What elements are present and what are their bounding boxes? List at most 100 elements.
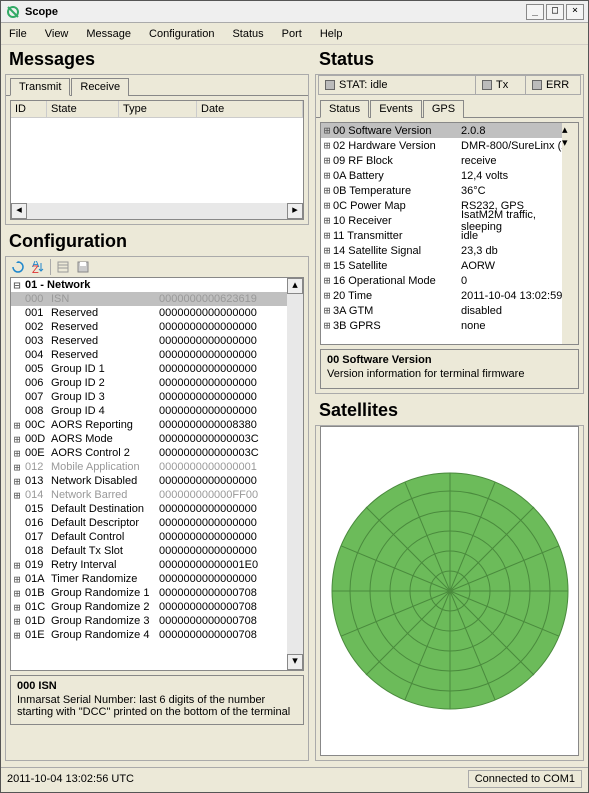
config-row[interactable]: 003Reserved0000000000000000 bbox=[11, 334, 303, 348]
col-type[interactable]: Type bbox=[119, 101, 197, 117]
expand-icon[interactable]: ⊞ bbox=[11, 587, 23, 600]
expand-icon[interactable]: ⊞ bbox=[11, 629, 23, 642]
config-vscroll[interactable]: ▴ ▾ bbox=[287, 278, 303, 670]
config-row[interactable]: 006Group ID 20000000000000000 bbox=[11, 376, 303, 390]
expand-icon[interactable]: ⊞ bbox=[321, 319, 333, 332]
config-group-header[interactable]: ⊟01 - Network bbox=[11, 278, 303, 292]
expand-icon[interactable]: ⊞ bbox=[11, 433, 23, 446]
config-row[interactable]: ⊞01ATimer Randomize0000000000000000 bbox=[11, 572, 303, 586]
scroll-up-icon[interactable]: ▴ bbox=[287, 278, 303, 294]
tab-receive[interactable]: Receive bbox=[71, 78, 129, 96]
config-row[interactable]: 017Default Control0000000000000000 bbox=[11, 530, 303, 544]
menu-port[interactable]: Port bbox=[282, 28, 302, 40]
expand-icon[interactable]: ⊞ bbox=[321, 244, 333, 257]
expand-icon[interactable]: ⊞ bbox=[321, 289, 333, 302]
status-vscroll[interactable]: ▴ ▾ bbox=[562, 123, 578, 344]
config-row[interactable]: ⊞01CGroup Randomize 20000000000000708 bbox=[11, 600, 303, 614]
expand-icon[interactable]: ⊞ bbox=[321, 304, 333, 317]
toolbar-refresh-icon[interactable] bbox=[10, 259, 26, 275]
expand-icon[interactable]: ⊞ bbox=[321, 139, 333, 152]
menu-file[interactable]: File bbox=[9, 28, 27, 40]
expand-icon[interactable]: ⊞ bbox=[321, 154, 333, 167]
config-row[interactable]: ⊞012Mobile Application0000000000000001 bbox=[11, 460, 303, 474]
config-row[interactable]: 015Default Destination0000000000000000 bbox=[11, 502, 303, 516]
config-row[interactable]: 004Reserved0000000000000000 bbox=[11, 348, 303, 362]
scroll-track[interactable] bbox=[27, 203, 287, 219]
messages-hscroll[interactable]: ◂ ▸ bbox=[11, 203, 303, 219]
config-row[interactable]: ⊞014Network Barred000000000000FF00 bbox=[11, 488, 303, 502]
config-row[interactable]: 018Default Tx Slot0000000000000000 bbox=[11, 544, 303, 558]
config-row[interactable]: 002Reserved0000000000000000 bbox=[11, 320, 303, 334]
scroll-right-icon[interactable]: ▸ bbox=[287, 203, 303, 219]
minimize-button[interactable]: _ bbox=[526, 4, 544, 20]
status-row[interactable]: ⊞16 Operational Mode0 bbox=[321, 273, 578, 288]
config-row[interactable]: ⊞00DAORS Mode000000000000003C bbox=[11, 432, 303, 446]
expand-icon[interactable]: ⊞ bbox=[321, 199, 333, 212]
status-row[interactable]: ⊞00 Software Version2.0.8 bbox=[321, 123, 578, 138]
tab-events[interactable]: Events bbox=[370, 100, 422, 118]
toolbar-save-icon[interactable] bbox=[75, 259, 91, 275]
col-id[interactable]: ID bbox=[11, 101, 47, 117]
expand-icon[interactable]: ⊞ bbox=[11, 573, 23, 586]
menu-status[interactable]: Status bbox=[232, 28, 263, 40]
config-row[interactable]: 005Group ID 10000000000000000 bbox=[11, 362, 303, 376]
col-state[interactable]: State bbox=[47, 101, 119, 117]
config-row[interactable]: 008Group ID 40000000000000000 bbox=[11, 404, 303, 418]
scroll-track[interactable] bbox=[287, 294, 303, 654]
status-row[interactable]: ⊞02 Hardware VersionDMR-800/SureLinx (22… bbox=[321, 138, 578, 153]
menu-view[interactable]: View bbox=[45, 28, 69, 40]
expand-icon[interactable]: ⊞ bbox=[321, 259, 333, 272]
menu-configuration[interactable]: Configuration bbox=[149, 28, 214, 40]
status-row[interactable]: ⊞0A Battery12,4 volts bbox=[321, 168, 578, 183]
col-date[interactable]: Date bbox=[197, 101, 303, 117]
maximize-button[interactable]: □ bbox=[546, 4, 564, 20]
status-row[interactable]: ⊞10 ReceiverIsatM2M traffic, sleeping bbox=[321, 213, 578, 228]
status-row[interactable]: ⊞20 Time2011-10-04 13:02:59 bbox=[321, 288, 578, 303]
scroll-down-icon[interactable]: ▾ bbox=[562, 136, 578, 149]
expand-icon[interactable]: ⊞ bbox=[11, 559, 23, 572]
toolbar-sort-icon[interactable]: AZ bbox=[30, 259, 46, 275]
config-row[interactable]: 016Default Descriptor0000000000000000 bbox=[11, 516, 303, 530]
config-row[interactable]: ⊞00EAORS Control 2000000000000003C bbox=[11, 446, 303, 460]
scroll-down-icon[interactable]: ▾ bbox=[287, 654, 303, 670]
config-row[interactable]: ⊞01BGroup Randomize 10000000000000708 bbox=[11, 586, 303, 600]
tab-gps[interactable]: GPS bbox=[423, 100, 464, 118]
config-row[interactable]: 007Group ID 30000000000000000 bbox=[11, 390, 303, 404]
window-title: Scope bbox=[25, 6, 524, 18]
expand-icon[interactable]: ⊞ bbox=[321, 274, 333, 287]
scroll-up-icon[interactable]: ▴ bbox=[562, 123, 578, 136]
expand-icon[interactable]: ⊞ bbox=[11, 489, 23, 502]
expand-icon[interactable]: ⊞ bbox=[321, 124, 333, 137]
toolbar-list-icon[interactable] bbox=[55, 259, 71, 275]
config-row[interactable]: 001Reserved0000000000000000 bbox=[11, 306, 303, 320]
menu-help[interactable]: Help bbox=[320, 28, 343, 40]
close-button[interactable]: × bbox=[566, 4, 584, 20]
status-row[interactable]: ⊞14 Satellite Signal23,3 db bbox=[321, 243, 578, 258]
config-row[interactable]: ⊞013Network Disabled0000000000000000 bbox=[11, 474, 303, 488]
status-row[interactable]: ⊞3B GPRSnone bbox=[321, 318, 578, 333]
status-row[interactable]: ⊞0B Temperature36°C bbox=[321, 183, 578, 198]
expand-icon[interactable]: ⊞ bbox=[321, 214, 333, 227]
config-row[interactable]: ⊞01DGroup Randomize 30000000000000708 bbox=[11, 614, 303, 628]
tab-status[interactable]: Status bbox=[320, 100, 369, 118]
config-row[interactable]: ⊞01EGroup Randomize 40000000000000708 bbox=[11, 628, 303, 642]
expand-icon[interactable]: ⊞ bbox=[11, 447, 23, 460]
expand-icon[interactable]: ⊞ bbox=[11, 419, 23, 432]
expand-icon[interactable]: ⊞ bbox=[11, 475, 23, 488]
expand-icon[interactable]: ⊞ bbox=[11, 601, 23, 614]
expand-icon[interactable]: ⊞ bbox=[321, 229, 333, 242]
config-row[interactable]: ⊞019Retry Interval00000000000001E0 bbox=[11, 558, 303, 572]
status-row[interactable]: ⊞15 SatelliteAORW bbox=[321, 258, 578, 273]
config-row[interactable]: 000ISN0000000000623619 bbox=[11, 292, 303, 306]
scroll-left-icon[interactable]: ◂ bbox=[11, 203, 27, 219]
menu-message[interactable]: Message bbox=[86, 28, 131, 40]
expand-icon[interactable]: ⊞ bbox=[11, 615, 23, 628]
expand-icon[interactable]: ⊞ bbox=[321, 184, 333, 197]
status-row[interactable]: ⊞09 RF Blockreceive bbox=[321, 153, 578, 168]
expand-icon[interactable]: ⊞ bbox=[321, 169, 333, 182]
status-row[interactable]: ⊞3A GTMdisabled bbox=[321, 303, 578, 318]
config-row[interactable]: ⊞00CAORS Reporting0000000000008380 bbox=[11, 418, 303, 432]
status-row[interactable]: ⊞11 Transmitteridle bbox=[321, 228, 578, 243]
tab-transmit[interactable]: Transmit bbox=[10, 78, 70, 96]
expand-icon[interactable]: ⊞ bbox=[11, 461, 23, 474]
